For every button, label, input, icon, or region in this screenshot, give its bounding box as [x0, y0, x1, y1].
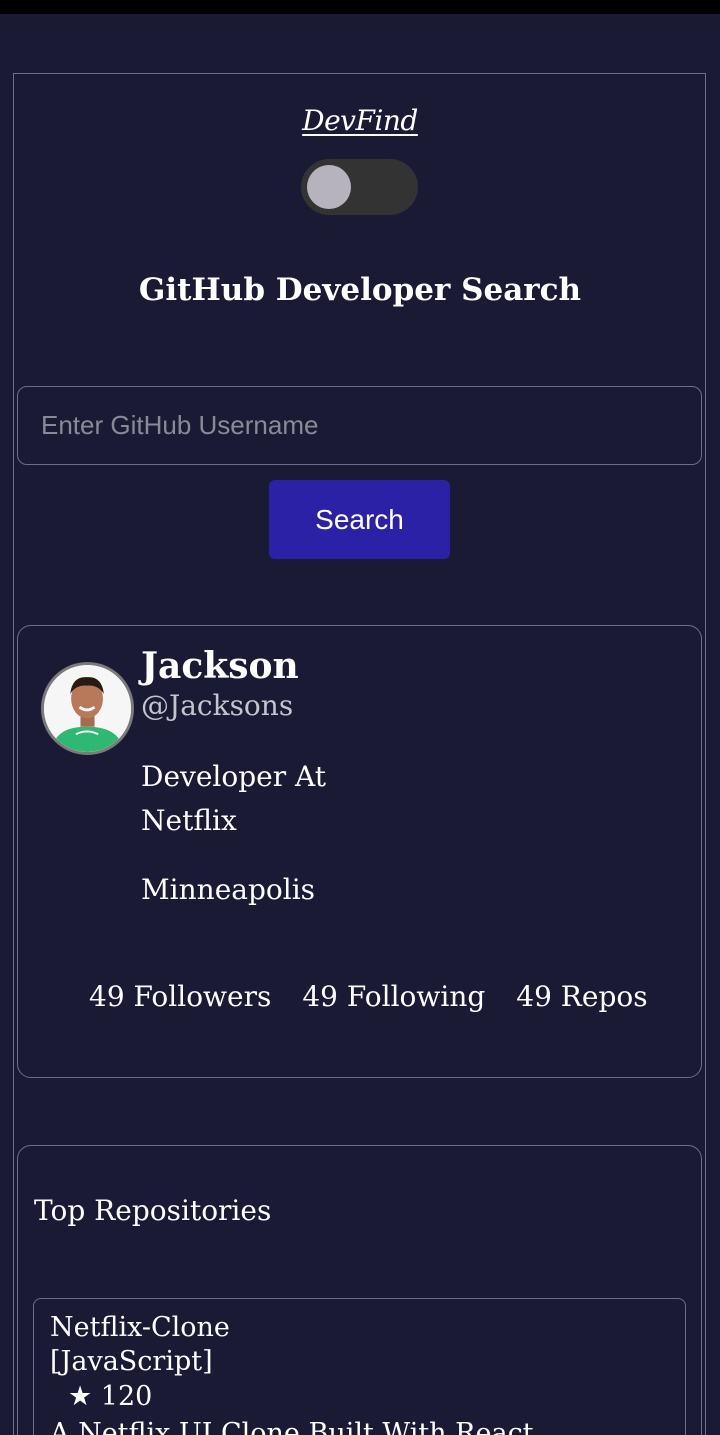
toggle-knob: [307, 165, 351, 209]
repositories-title: Top Repositories: [34, 1194, 272, 1227]
followers-count: 49 Followers: [89, 980, 272, 1013]
theme-toggle[interactable]: [301, 159, 418, 215]
profile-bio: Developer At Netflix: [141, 755, 326, 843]
username-search-input[interactable]: [17, 386, 702, 465]
bio-line: Netflix: [141, 804, 237, 837]
page-title: GitHub Developer Search: [138, 272, 582, 308]
bio-line: Developer At: [141, 760, 326, 793]
app-logo[interactable]: DevFind: [0, 104, 720, 137]
following-count: 49 Following: [302, 980, 486, 1013]
repos-count: 49 Repos: [516, 980, 648, 1013]
profile-location: Minneapolis: [141, 873, 316, 906]
avatar-image: [44, 665, 131, 752]
search-button[interactable]: Search: [269, 480, 450, 559]
repo-description: A Netflix UI Clone Built With React: [50, 1418, 534, 1435]
repo-stars: ★ 120: [68, 1381, 153, 1412]
repo-language: [JavaScript]: [50, 1346, 213, 1377]
profile-name: Jackson: [141, 645, 299, 687]
avatar: [41, 662, 134, 755]
profile-stats: 49 Followers 49 Following 49 Repos: [89, 980, 648, 1013]
repo-name[interactable]: Netflix-Clone: [50, 1312, 230, 1343]
profile-username[interactable]: @Jacksons: [141, 689, 293, 722]
status-bar: [0, 0, 720, 14]
